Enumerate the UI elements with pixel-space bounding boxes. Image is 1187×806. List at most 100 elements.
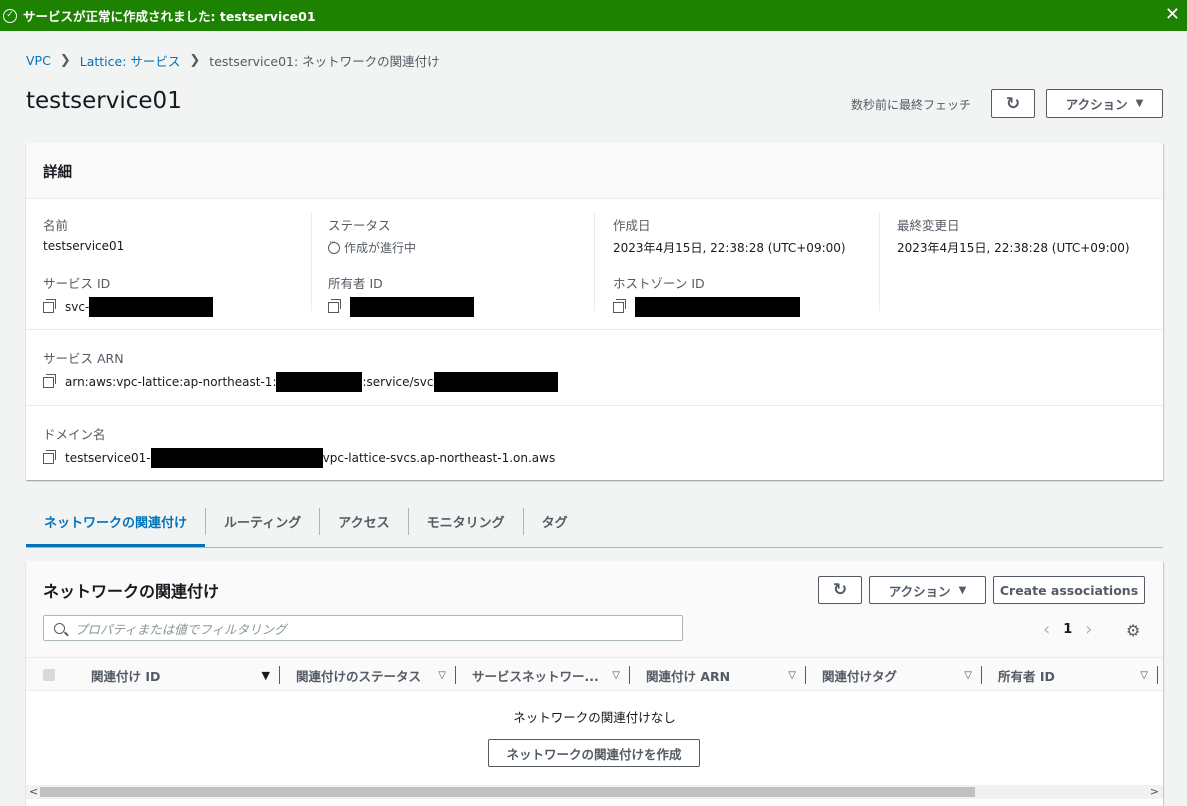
tab-tags[interactable]: タグ — [524, 508, 586, 535]
sort-icon: ▽ — [964, 669, 972, 681]
pagination: ‹ 1 › — [1043, 619, 1092, 640]
column-divider — [1157, 666, 1158, 684]
sort-icon: ▽ — [788, 669, 796, 681]
redacted-block — [89, 297, 214, 317]
sort-icon: ▽ — [438, 669, 446, 681]
arn-field: サービス ARN arn:aws:vpc-lattice:ap-northeas… — [43, 348, 558, 392]
name-field: 名前 testservice01 — [43, 215, 124, 253]
tab-routing[interactable]: ルーティング — [206, 508, 321, 535]
service-id-value: svc- — [43, 297, 214, 317]
created-label: 作成日 — [613, 218, 651, 233]
create-associations-button[interactable]: Create associations — [993, 576, 1145, 604]
scroll-thumb[interactable] — [40, 787, 975, 797]
column-owner-id[interactable]: 所有者 ID ▽ — [982, 658, 1158, 692]
copy-icon[interactable] — [43, 449, 56, 464]
created-value: 2023年4月15日, 22:38:28 (UTC+09:00) — [613, 241, 846, 255]
tab-access[interactable]: アクセス — [320, 508, 409, 535]
sort-icon: ▽ — [1140, 669, 1148, 681]
domain-part1: testservice01- — [65, 451, 151, 465]
column-label: 関連付け ID — [91, 668, 161, 684]
scroll-right-icon[interactable]: > — [1150, 785, 1159, 799]
redacted-block — [276, 372, 363, 392]
domain-label: ドメイン名 — [43, 427, 106, 442]
column-label: 関連付け ARN — [646, 668, 731, 684]
gear-icon[interactable]: ⚙ — [1126, 621, 1140, 640]
next-page-icon[interactable]: › — [1085, 619, 1092, 640]
refresh-icon: ↻ — [1005, 93, 1021, 114]
pending-icon — [328, 238, 340, 254]
breadcrumb-current: testservice01: ネットワークの関連付け — [209, 54, 440, 69]
create-associations-label: Create associations — [999, 582, 1139, 598]
hosted-zone-field: ホストゾーン ID — [613, 273, 800, 317]
section-divider — [26, 405, 1163, 406]
sort-desc-icon: ▼ — [261, 668, 270, 682]
details-header: 詳細 — [26, 143, 1163, 199]
check-circle-icon: ✓ — [3, 8, 17, 23]
sort-icon: ▽ — [612, 669, 620, 681]
tab-monitoring[interactable]: モニタリング — [409, 508, 524, 535]
status-value: 作成が進行中 — [328, 238, 416, 256]
owner-id-label: 所有者 ID — [328, 276, 383, 291]
select-all-checkbox[interactable] — [43, 669, 55, 681]
last-fetched-text: 数秒前に最終フェッチ — [851, 98, 972, 112]
scroll-left-icon[interactable]: < — [29, 785, 38, 799]
breadcrumb-lattice-services[interactable]: Lattice: サービス — [80, 51, 181, 70]
empty-state-text: ネットワークの関連付けなし — [513, 710, 676, 725]
column-service-network[interactable]: サービスネットワー... ▽ — [456, 658, 630, 692]
details-title: 詳細 — [43, 165, 72, 181]
column-label: サービスネットワー... — [472, 668, 599, 684]
actions-label: アクション — [1065, 97, 1128, 112]
column-label: 所有者 ID — [998, 668, 1055, 684]
redacted-block — [433, 372, 558, 392]
column-association-id[interactable]: 関連付け ID ▼ — [73, 658, 280, 692]
domain-part2: vpc-lattice-svcs.ap-northeast-1.on.aws — [322, 451, 556, 465]
refresh-button[interactable]: ↻ — [991, 89, 1035, 118]
name-value: testservice01 — [43, 239, 125, 253]
refresh-icon: ↻ — [832, 580, 848, 600]
modified-value: 2023年4月15日, 22:38:28 (UTC+09:00) — [897, 241, 1130, 255]
status-label: ステータス — [328, 218, 391, 233]
breadcrumb: VPC ❯ Lattice: サービス ❯ testservice01: ネット… — [26, 51, 440, 70]
tab-bar: ネットワークの関連付け ルーティング アクセス モニタリング タグ — [26, 508, 1163, 548]
column-association-tags[interactable]: 関連付けタグ ▽ — [806, 658, 982, 692]
section-divider — [26, 329, 1163, 330]
horizontal-scrollbar[interactable]: < > — [26, 785, 1163, 799]
associations-title: ネットワークの関連付け — [43, 582, 220, 601]
create-network-association-button[interactable]: ネットワークの関連付けを作成 — [488, 739, 700, 767]
close-icon[interactable]: ✕ — [1165, 4, 1180, 26]
filter-input[interactable]: プロパティまたは値でフィルタリング — [43, 615, 683, 641]
owner-id-field: 所有者 ID — [328, 273, 474, 317]
associations-refresh-button[interactable]: ↻ — [818, 576, 862, 604]
associations-actions-button[interactable]: アクション ▼ — [869, 576, 986, 604]
page-number[interactable]: 1 — [1063, 622, 1072, 637]
hosted-zone-label: ホストゾーン ID — [613, 276, 705, 291]
column-divider — [879, 213, 880, 311]
copy-icon[interactable] — [43, 373, 56, 388]
table-header: 関連付け ID ▼ 関連付けのステータス ▽ サービスネットワー... ▽ 関連… — [26, 657, 1163, 691]
prev-page-icon[interactable]: ‹ — [1043, 619, 1050, 640]
copy-icon[interactable] — [328, 298, 341, 313]
redacted-block — [635, 297, 800, 317]
service-id-label: サービス ID — [43, 276, 111, 291]
arn-value: arn:aws:vpc-lattice:ap-northeast-1: :ser… — [43, 372, 558, 392]
column-label: 関連付けタグ — [822, 668, 898, 684]
associations-header: ネットワークの関連付け ↻ アクション ▼ Create association… — [26, 561, 1163, 657]
copy-icon[interactable] — [43, 298, 56, 313]
column-association-status[interactable]: 関連付けのステータス ▽ — [280, 658, 456, 692]
caret-down-icon: ▼ — [1135, 98, 1144, 109]
breadcrumb-vpc[interactable]: VPC — [26, 53, 51, 68]
copy-icon[interactable] — [613, 298, 626, 313]
search-icon — [54, 622, 65, 634]
column-association-arn[interactable]: 関連付け ARN ▽ — [630, 658, 806, 692]
flash-message: サービスが正常に作成されました: testservice01 — [23, 9, 316, 24]
service-id-prefix: svc- — [65, 300, 90, 314]
column-divider — [311, 213, 312, 311]
column-label: 関連付けのステータス — [296, 668, 422, 684]
column-divider — [594, 213, 595, 311]
details-panel: 詳細 名前 testservice01 サービス ID svc- ステータス 作… — [26, 143, 1163, 480]
filter-placeholder: プロパティまたは値でフィルタリング — [75, 621, 287, 637]
caret-down-icon: ▼ — [958, 584, 967, 596]
tab-network-associations[interactable]: ネットワークの関連付け — [26, 508, 207, 547]
created-field: 作成日 2023年4月15日, 22:38:28 (UTC+09:00) — [613, 215, 846, 256]
actions-button[interactable]: アクション ▼ — [1046, 89, 1163, 118]
